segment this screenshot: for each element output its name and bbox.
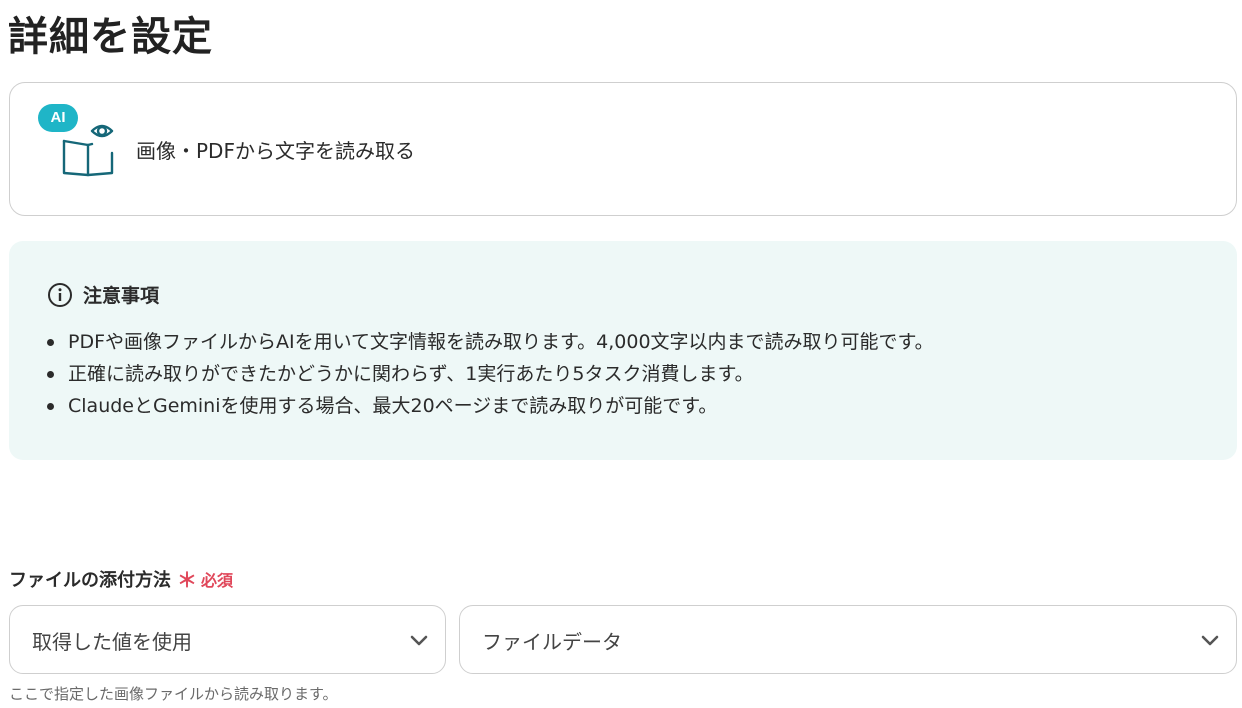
- page-title: 詳細を設定: [8, 14, 213, 60]
- field-label: ファイルの添付方法 ＊ 必須: [9, 564, 233, 593]
- field-hint: ここで指定した画像ファイルから読み取ります。: [9, 685, 338, 703]
- notice-item: 正確に読み取りができたかどうかに関わらず、1実行あたり5タスク消費します。: [47, 358, 934, 390]
- notice-item: ClaudeとGeminiを使用する場合、最大20ページまで読み取りが可能です。: [47, 390, 934, 422]
- required-text: 必須: [201, 570, 234, 590]
- notice-item-text: 正確に読み取りができたかどうかに関わらず、1実行あたり5タスク消費します。: [68, 363, 754, 385]
- notice-list: PDFや画像ファイルからAIを用いて文字情報を読み取ります。4,000文字以内ま…: [47, 326, 934, 422]
- field-label-text: ファイルの添付方法: [9, 569, 171, 591]
- notice-panel: 注意事項 PDFや画像ファイルからAIを用いて文字情報を読み取ります。4,000…: [9, 241, 1237, 460]
- notice-item-text: ClaudeとGeminiを使用する場合、最大20ページまで読み取りが可能です。: [68, 395, 718, 417]
- bullet-icon: [47, 370, 54, 378]
- attach-method-select[interactable]: 取得した値を使用: [9, 605, 446, 674]
- info-icon: [48, 282, 72, 307]
- file-source-select[interactable]: ファイルデータ: [459, 605, 1237, 674]
- bullet-icon: [47, 338, 54, 346]
- bullet-icon: [47, 402, 54, 410]
- chevron-down-icon: [410, 635, 428, 646]
- notice-title: 注意事項: [83, 285, 160, 307]
- action-icon: AI: [38, 103, 118, 183]
- select-value: 取得した値を使用: [32, 630, 192, 654]
- book-eye-icon: [62, 124, 114, 177]
- select-value: ファイルデータ: [482, 630, 622, 654]
- notice-item-text: PDFや画像ファイルからAIを用いて文字情報を読み取ります。4,000文字以内ま…: [68, 331, 934, 353]
- action-label: 画像・PDFから文字を読み取る: [136, 139, 415, 163]
- chevron-down-icon: [1201, 635, 1219, 646]
- required-mark: ＊: [177, 568, 197, 592]
- notice-header: 注意事項: [47, 281, 159, 308]
- notice-item: PDFや画像ファイルからAIを用いて文字情報を読み取ります。4,000文字以内ま…: [47, 326, 934, 358]
- action-card-ocr[interactable]: AI 画像・PDFから文字を読み取る: [9, 82, 1237, 216]
